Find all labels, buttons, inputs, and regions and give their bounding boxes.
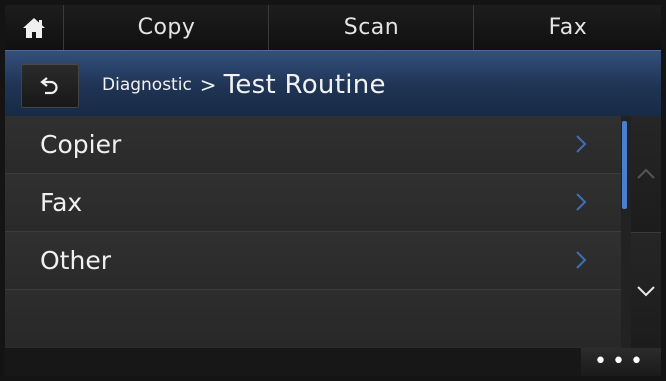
page-title: Test Routine (223, 70, 386, 100)
breadcrumb: Diagnostic > Test Routine (102, 65, 386, 105)
list-item-label: Fax (40, 188, 83, 217)
tab-fax[interactable]: Fax (473, 5, 661, 50)
home-button[interactable] (5, 5, 63, 50)
back-button[interactable] (21, 63, 79, 108)
tab-scan[interactable]: Scan (268, 5, 474, 50)
top-tab-bar: Copy Scan Fax (5, 5, 661, 50)
device-screen: Copy Scan Fax Diagnostic > Test Routine … (5, 5, 661, 376)
chevron-right-icon (576, 193, 587, 211)
scroll-up-button[interactable] (631, 116, 661, 233)
list-item-empty (5, 290, 621, 347)
more-button[interactable]: ••• (581, 348, 661, 376)
list-item-copier[interactable]: Copier (5, 116, 621, 174)
scrollbar-thumb[interactable] (622, 121, 627, 209)
title-bar: Diagnostic > Test Routine (5, 50, 661, 117)
home-icon (23, 17, 45, 38)
back-arrow-icon (40, 76, 58, 94)
chevron-right-icon (576, 135, 587, 153)
breadcrumb-parent[interactable]: Diagnostic (102, 75, 192, 95)
menu-list: Copier Fax Other (5, 116, 621, 348)
scroll-down-button[interactable] (631, 233, 661, 348)
breadcrumb-separator: > (199, 73, 217, 97)
chevron-up-icon (637, 168, 655, 179)
list-item-other[interactable]: Other (5, 232, 621, 290)
more-icon: ••• (594, 349, 648, 374)
list-item-label: Other (40, 246, 111, 275)
tab-copy[interactable]: Copy (63, 5, 269, 50)
list-item-label: Copier (40, 130, 122, 159)
bottom-bar: ••• (5, 348, 661, 376)
chevron-down-icon (637, 285, 655, 296)
chevron-right-icon (576, 251, 587, 269)
list-item-fax[interactable]: Fax (5, 174, 621, 232)
